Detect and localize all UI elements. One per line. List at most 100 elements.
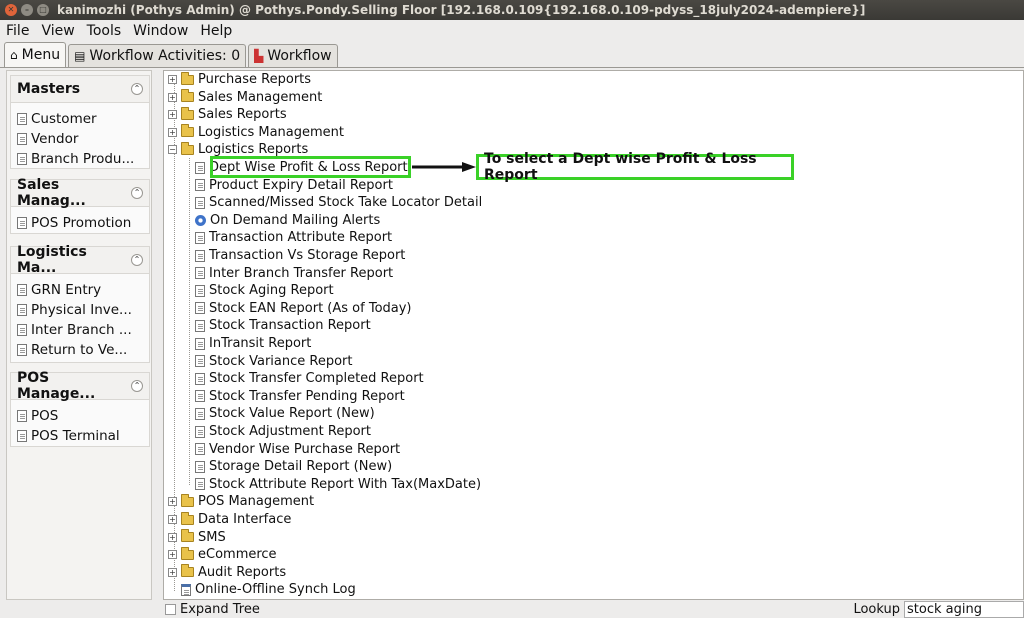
tree-leaf[interactable]: On Demand Mailing Alerts (195, 212, 380, 229)
document-icon (195, 478, 205, 491)
tree-leaf[interactable]: Stock Attribute Report With Tax(MaxDate) (195, 476, 481, 493)
sidebar-item-inter-branch[interactable]: Inter Branch ... (17, 320, 149, 340)
sidebar-item-pos-terminal[interactable]: POS Terminal (17, 426, 149, 446)
tab-menu[interactable]: ⌂ Menu (4, 42, 67, 67)
collapse-icon[interactable]: ⌃ (131, 380, 143, 392)
panel-header[interactable]: Masters ⌃ (11, 76, 149, 103)
tree-folder[interactable]: + POS Management (168, 493, 314, 510)
sidebar-item-pos-promotion[interactable]: POS Promotion (17, 213, 149, 233)
sidebar-item-physical-inventory[interactable]: Physical Inve... (17, 300, 149, 320)
tree-folder[interactable]: + Sales Reports (168, 106, 287, 123)
expand-icon[interactable]: + (168, 75, 177, 84)
panel-header[interactable]: Logistics Ma... ⌃ (11, 244, 149, 276)
collapse-icon[interactable]: ⌃ (131, 254, 143, 266)
tab-workflow[interactable]: ▙ Workflow (248, 44, 338, 67)
tree-label: Purchase Reports (198, 72, 312, 87)
panel-header[interactable]: POS Manage... ⌃ (11, 370, 149, 402)
document-icon (17, 133, 27, 145)
menu-help[interactable]: Help (200, 23, 232, 39)
expand-icon[interactable]: + (168, 567, 177, 577)
panel-title: Sales Manag... (17, 177, 86, 209)
tree-leaf[interactable]: Scanned/Missed Stock Take Locator Detail (195, 194, 482, 211)
collapse-icon[interactable]: ⌃ (131, 187, 143, 199)
tree-leaf[interactable]: Stock Transaction Report (195, 317, 371, 334)
menubar: File View Tools Window Help (0, 20, 1024, 42)
expand-icon[interactable]: + (168, 550, 177, 560)
collapse-tree-icon[interactable]: − (168, 145, 177, 155)
menu-view[interactable]: View (41, 23, 74, 39)
tree-leaf[interactable]: Stock Aging Report (195, 282, 334, 299)
tab-menu-label: Menu (21, 47, 61, 63)
document-icon (17, 344, 27, 356)
arrow-icon (412, 162, 476, 172)
expand-icon[interactable]: + (168, 497, 177, 507)
tree-leaf[interactable]: Vendor Wise Purchase Report (195, 441, 400, 458)
sidebar-item-pos[interactable]: POS (17, 406, 149, 426)
document-icon (195, 196, 205, 209)
tree-label: Stock Adjustment Report (209, 424, 371, 439)
expand-icon[interactable]: + (168, 532, 177, 542)
expand-icon[interactable]: + (168, 92, 177, 102)
sidebar-item-vendor[interactable]: Vendor (17, 129, 149, 149)
maximize-window-icon[interactable]: □ (37, 4, 49, 16)
tree-leaf[interactable]: Online-Offline Synch Log (181, 581, 356, 598)
sidebar-item-label: Return to Ve... (31, 342, 128, 358)
tree-label: Inter Branch Transfer Report (209, 265, 394, 281)
expand-icon[interactable]: + (168, 110, 177, 120)
panel-logistics-management: Logistics Ma... ⌃ GRN Entry Physical Inv… (10, 244, 150, 363)
tree-leaf[interactable]: Stock Adjustment Report (195, 423, 371, 440)
tree-folder[interactable]: + eCommerce (168, 546, 277, 563)
tree-folder[interactable]: + Logistics Management (168, 124, 344, 141)
document-icon (195, 249, 205, 262)
tree-folder[interactable]: + Purchase Reports (168, 71, 311, 88)
tree-folder[interactable]: + Sales Management (168, 89, 322, 106)
folder-icon (181, 124, 194, 138)
lookup-label: Lookup (853, 602, 900, 617)
menu-file[interactable]: File (6, 23, 29, 39)
sidebar-item-return-to-vendor[interactable]: Return to Ve... (17, 340, 149, 360)
document-icon (17, 410, 27, 422)
tree-leaf[interactable]: Stock Value Report (New) (195, 405, 375, 422)
menu-tools[interactable]: Tools (87, 23, 122, 39)
tree-label: InTransit Report (209, 336, 312, 351)
panel-header[interactable]: Sales Manag... ⌃ (11, 177, 149, 209)
sidebar-item-branch-product[interactable]: Branch Produ... (17, 149, 149, 169)
document-icon (195, 443, 205, 456)
tree-leaf[interactable]: Stock Transfer Pending Report (195, 388, 405, 405)
document-icon (195, 460, 205, 473)
tree-label: Storage Detail Report (New) (209, 459, 393, 475)
tree-folder[interactable]: + Data Interface (168, 511, 291, 528)
tree-folder[interactable]: + Audit Reports (168, 564, 286, 581)
tree-leaf[interactable]: Stock Variance Report (195, 353, 353, 370)
tree-leaf[interactable]: Inter Branch Transfer Report (195, 265, 393, 282)
expand-icon[interactable]: + (168, 515, 177, 524)
tree-leaf[interactable]: Transaction Vs Storage Report (195, 247, 405, 264)
minimize-window-icon[interactable]: – (21, 4, 33, 16)
tree-folder[interactable]: + SMS (168, 529, 226, 546)
sidebar-item-grn-entry[interactable]: GRN Entry (17, 280, 149, 300)
tree-leaf[interactable]: Stock Transfer Completed Report (195, 370, 424, 387)
document-icon (195, 372, 205, 385)
statusbar: Expand Tree Lookup stock aging report (0, 601, 1024, 618)
panel-masters: Masters ⌃ Customer Vendor Branch Produ..… (10, 75, 150, 169)
tree-leaf[interactable]: Stock EAN Report (As of Today) (195, 300, 412, 317)
tree-leaf[interactable]: Transaction Attribute Report (195, 229, 392, 246)
panel-title: POS Manage... (17, 370, 96, 402)
close-window-icon[interactable]: ✕ (5, 4, 17, 16)
document-icon (17, 217, 27, 229)
tree-leaf[interactable]: Storage Detail Report (New) (195, 458, 392, 475)
lookup-input[interactable]: stock aging report (904, 601, 1024, 618)
expand-icon[interactable]: + (168, 127, 177, 137)
sidebar-item-customer[interactable]: Customer (17, 109, 149, 129)
window-icon (181, 583, 191, 596)
tree-label: Stock Variance Report (209, 353, 353, 369)
tree-leaf[interactable]: InTransit Report (195, 335, 311, 352)
menu-window[interactable]: Window (133, 23, 188, 39)
tree-leaf[interactable]: Product Expiry Detail Report (195, 177, 393, 194)
tree-label: Sales Management (198, 89, 323, 105)
tab-workflow-activities[interactable]: ▤ Workflow Activities: 0 (68, 44, 247, 67)
document-icon (17, 153, 27, 165)
expand-tree-checkbox[interactable] (165, 604, 176, 615)
tree-label: Stock Transfer Completed Report (209, 371, 424, 387)
collapse-icon[interactable]: ⌃ (131, 83, 143, 95)
